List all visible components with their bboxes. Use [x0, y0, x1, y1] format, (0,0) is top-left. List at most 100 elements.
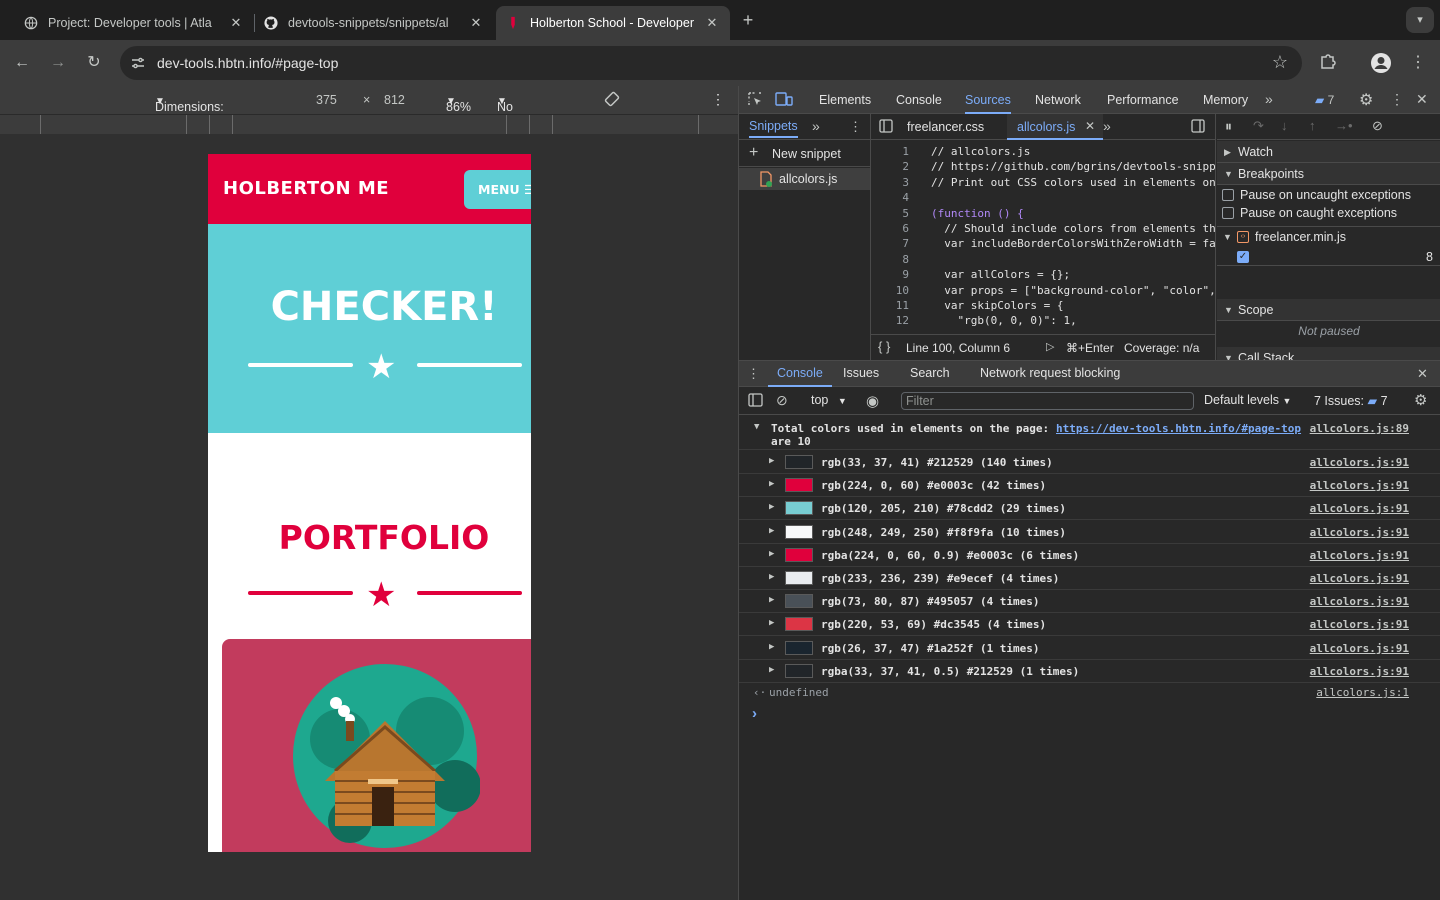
- console-color-row[interactable]: ▶ rgb(120, 205, 210) #78cdd2 (29 times) al…: [739, 497, 1440, 521]
- step-into-icon[interactable]: ↓: [1281, 118, 1288, 133]
- zoom-select[interactable]: 86% ▼: [446, 93, 471, 114]
- checkbox-checked[interactable]: ✓: [1237, 251, 1249, 263]
- caret-right-icon[interactable]: ▶: [769, 526, 774, 536]
- extensions-button[interactable]: [1317, 52, 1339, 74]
- settings-gear-icon[interactable]: ⚙: [1359, 90, 1373, 110]
- device-width-input[interactable]: 375: [316, 93, 337, 107]
- caret-right-icon[interactable]: ▶: [769, 595, 774, 605]
- toggle-navigator-icon[interactable]: [879, 119, 893, 136]
- toggle-debugger-icon[interactable]: [1191, 119, 1205, 136]
- issues-counter[interactable]: 7 Issues: ▰ 7: [1314, 393, 1388, 408]
- checkbox[interactable]: [1222, 189, 1234, 201]
- console-color-row[interactable]: ▶ rgb(73, 80, 87) #495057 (4 times) allcol…: [739, 590, 1440, 614]
- throttling-select[interactable]: No throttling ▼: [497, 93, 545, 128]
- tab-performance[interactable]: Performance: [1107, 86, 1179, 114]
- browser-tab-holberton[interactable]: Holberton School - Developer ✕: [496, 6, 730, 40]
- inspect-element-icon[interactable]: [747, 91, 763, 110]
- watch-section[interactable]: ▶ Watch: [1217, 141, 1440, 163]
- summary-url-link[interactable]: https://dev-tools.hbtn.info/#page-top: [1056, 422, 1301, 435]
- drawer-tab-console[interactable]: Console: [768, 361, 832, 387]
- caret-right-icon[interactable]: ▶: [769, 618, 774, 628]
- more-tabs-chevron-icon[interactable]: »: [1265, 91, 1273, 107]
- breakpoints-section[interactable]: ▼ Breakpoints: [1217, 163, 1440, 185]
- console-color-row[interactable]: ▶ rgba(33, 37, 41, 0.5) #212529 (1 times)…: [739, 660, 1440, 683]
- source-link[interactable]: allcolors.js:91: [1310, 595, 1409, 608]
- drawer-tab-search[interactable]: Search: [910, 361, 950, 387]
- close-tab-icon[interactable]: ✕: [468, 15, 484, 31]
- step-icon[interactable]: →•: [1335, 118, 1353, 133]
- snippet-file-item[interactable]: allcolors.js: [739, 168, 870, 190]
- console-color-row[interactable]: ▶ rgb(220, 53, 69) #dc3545 (4 times) allco…: [739, 613, 1440, 637]
- tab-elements[interactable]: Elements: [819, 86, 871, 114]
- menu-button[interactable]: MENU ☰: [464, 170, 531, 209]
- portfolio-card[interactable]: [222, 639, 531, 852]
- caret-right-icon[interactable]: ▶: [769, 642, 774, 652]
- editor-tab-freelancer-css[interactable]: freelancer.css: [907, 120, 984, 134]
- pause-icon[interactable]: ⏸: [1225, 118, 1232, 135]
- navigator-menu-icon[interactable]: ⋮: [849, 119, 862, 135]
- source-link[interactable]: allcolors.js:1: [1316, 686, 1409, 699]
- drawer-menu-icon[interactable]: ⋮: [747, 366, 760, 382]
- pause-caught-option[interactable]: Pause on caught exceptions: [1217, 204, 1440, 222]
- caret-right-icon[interactable]: ▶: [769, 549, 774, 559]
- profile-button[interactable]: [1370, 52, 1392, 74]
- caret-right-icon[interactable]: ▶: [769, 665, 774, 675]
- source-link[interactable]: allcolors.js:91: [1310, 572, 1409, 585]
- caret-right-icon[interactable]: ▶: [769, 502, 774, 512]
- deactivate-breakpoints-icon[interactable]: ⊘: [1372, 118, 1383, 134]
- checkbox[interactable]: [1222, 207, 1234, 219]
- console-group-header[interactable]: ▼ Total colors used in elements on the p…: [739, 420, 1440, 450]
- source-link[interactable]: allcolors.js:91: [1310, 526, 1409, 539]
- close-tab-icon[interactable]: ✕: [704, 15, 720, 31]
- console-color-row[interactable]: ▶ rgb(233, 236, 239) #e9ecef (4 times) all…: [739, 567, 1440, 590]
- log-levels-select[interactable]: Default levels ▼: [1204, 393, 1291, 407]
- caret-right-icon[interactable]: ▶: [769, 572, 774, 582]
- device-height-input[interactable]: 812: [384, 93, 405, 107]
- console-settings-gear-icon[interactable]: ⚙: [1414, 391, 1427, 409]
- browser-tab-github[interactable]: devtools-snippets/snippets/al ✕: [254, 6, 494, 40]
- source-link[interactable]: allcolors.js:91: [1310, 479, 1409, 492]
- console-color-row[interactable]: ▶ rgb(33, 37, 41) #212529 (140 times) allc…: [739, 451, 1440, 474]
- caret-right-icon[interactable]: ▶: [769, 479, 774, 489]
- console-color-row[interactable]: ▶ rgb(26, 37, 47) #1a252f (1 times) allcol…: [739, 637, 1440, 660]
- clear-console-icon[interactable]: ⊘: [776, 392, 788, 409]
- console-color-row[interactable]: ▶ rgba(224, 0, 60, 0.9) #e0003c (6 times)…: [739, 544, 1440, 567]
- filter-input[interactable]: Filter: [901, 392, 1194, 410]
- context-select[interactable]: top ▼: [811, 393, 847, 407]
- drawer-tab-issues[interactable]: Issues: [843, 361, 879, 387]
- source-link[interactable]: allcolors.js:91: [1310, 618, 1409, 631]
- drawer-tab-network-request-blocking[interactable]: Network request blocking: [980, 361, 1120, 387]
- bookmark-star-icon[interactable]: ☆: [1272, 52, 1288, 73]
- tab-sources[interactable]: Sources: [965, 86, 1011, 114]
- forward-button[interactable]: →: [47, 52, 69, 74]
- rotate-button[interactable]: [603, 90, 621, 111]
- issues-badge[interactable]: ▰ 7: [1315, 93, 1334, 107]
- tab-search-button[interactable]: ▾: [1406, 7, 1434, 33]
- browser-tab-atlas[interactable]: Project: Developer tools | Atla ✕: [14, 6, 254, 40]
- tab-memory[interactable]: Memory: [1203, 86, 1248, 114]
- site-info-icon[interactable]: [130, 55, 146, 71]
- more-tabs-chevron-icon[interactable]: »: [1103, 118, 1111, 134]
- new-tab-button[interactable]: +: [736, 9, 760, 31]
- step-out-icon[interactable]: ↑: [1309, 118, 1316, 133]
- device-toolbar-menu-icon[interactable]: ⋮: [711, 91, 725, 108]
- tab-snippets[interactable]: Snippets: [749, 119, 798, 138]
- source-link[interactable]: allcolors.js:91: [1310, 456, 1409, 469]
- step-over-icon[interactable]: ↷: [1253, 118, 1264, 134]
- console-prompt[interactable]: ›: [739, 704, 1440, 726]
- source-link[interactable]: allcolors.js:91: [1310, 502, 1409, 515]
- new-snippet-button[interactable]: + New snippet: [739, 141, 870, 167]
- back-button[interactable]: ←: [11, 52, 33, 74]
- brand-logo[interactable]: HOLBERTON ME: [223, 178, 389, 199]
- sidebar-toggle-icon[interactable]: [748, 393, 763, 410]
- close-drawer-icon[interactable]: ✕: [1417, 366, 1428, 382]
- live-expression-eye-icon[interactable]: ◉: [866, 392, 879, 410]
- run-snippet-icon[interactable]: ▷: [1046, 340, 1054, 353]
- source-link[interactable]: allcolors.js:91: [1310, 642, 1409, 655]
- source-link[interactable]: allcolors.js:91: [1310, 665, 1409, 678]
- caret-right-icon[interactable]: ▶: [769, 456, 774, 466]
- devtools-menu-icon[interactable]: ⋮: [1390, 91, 1404, 108]
- browser-menu-button[interactable]: ⋮: [1407, 52, 1429, 74]
- scope-section[interactable]: ▼ Scope: [1217, 299, 1440, 321]
- tab-network[interactable]: Network: [1035, 86, 1081, 114]
